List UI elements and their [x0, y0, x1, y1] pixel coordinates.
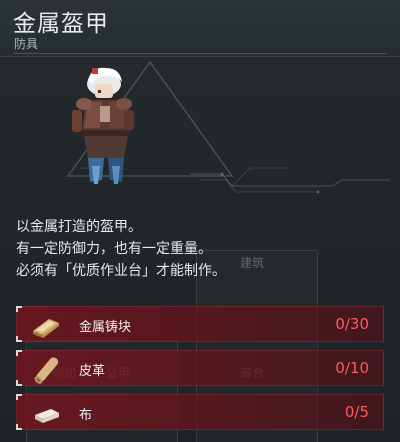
background-label: 建筑 — [240, 256, 265, 270]
item-detail-panel: 金属盔甲 防具 建筑 以金属打造的盔甲。 有一定防御力，也有一定重量。 必须有「… — [0, 0, 400, 442]
description-line: 有一定防御力，也有一定重量。 — [16, 241, 212, 257]
cloth-icon — [35, 409, 59, 423]
material-count: 0/5 — [344, 403, 369, 421]
material-name: 皮革 — [79, 364, 106, 379]
material-row-metal-ingot[interactable]: 金属铸块 0/30 — [16, 306, 384, 342]
material-name: 金属铸块 — [79, 320, 132, 335]
metal-armor-character-image — [72, 67, 134, 184]
material-count: 0/10 — [335, 359, 369, 377]
item-description: 以金属打造的盔甲。 有一定防御力，也有一定重量。 必须有「优质作业台」才能制作。 — [16, 216, 226, 282]
description-line: 以金属打造的盔甲。 — [16, 219, 142, 235]
preview-background-decoration — [66, 60, 390, 194]
material-count: 0/30 — [335, 315, 369, 333]
material-list: 金属铸块 0/30 皮革 0/10 布 0/5 — [16, 306, 384, 438]
leather-roll-icon — [34, 357, 59, 384]
item-category: 防具 — [14, 37, 39, 51]
item-preview — [0, 56, 400, 206]
material-row-cloth[interactable]: 布 0/5 — [16, 394, 384, 430]
item-title: 金属盔甲 — [13, 11, 109, 37]
description-line: 必须有「优质作业台」才能制作。 — [16, 263, 226, 279]
material-name: 布 — [79, 408, 93, 423]
header-divider — [13, 53, 387, 54]
item-header: 金属盔甲 防具 — [0, 0, 400, 57]
metal-ingot-icon — [33, 319, 59, 338]
material-row-leather[interactable]: 皮革 0/10 — [16, 350, 384, 386]
